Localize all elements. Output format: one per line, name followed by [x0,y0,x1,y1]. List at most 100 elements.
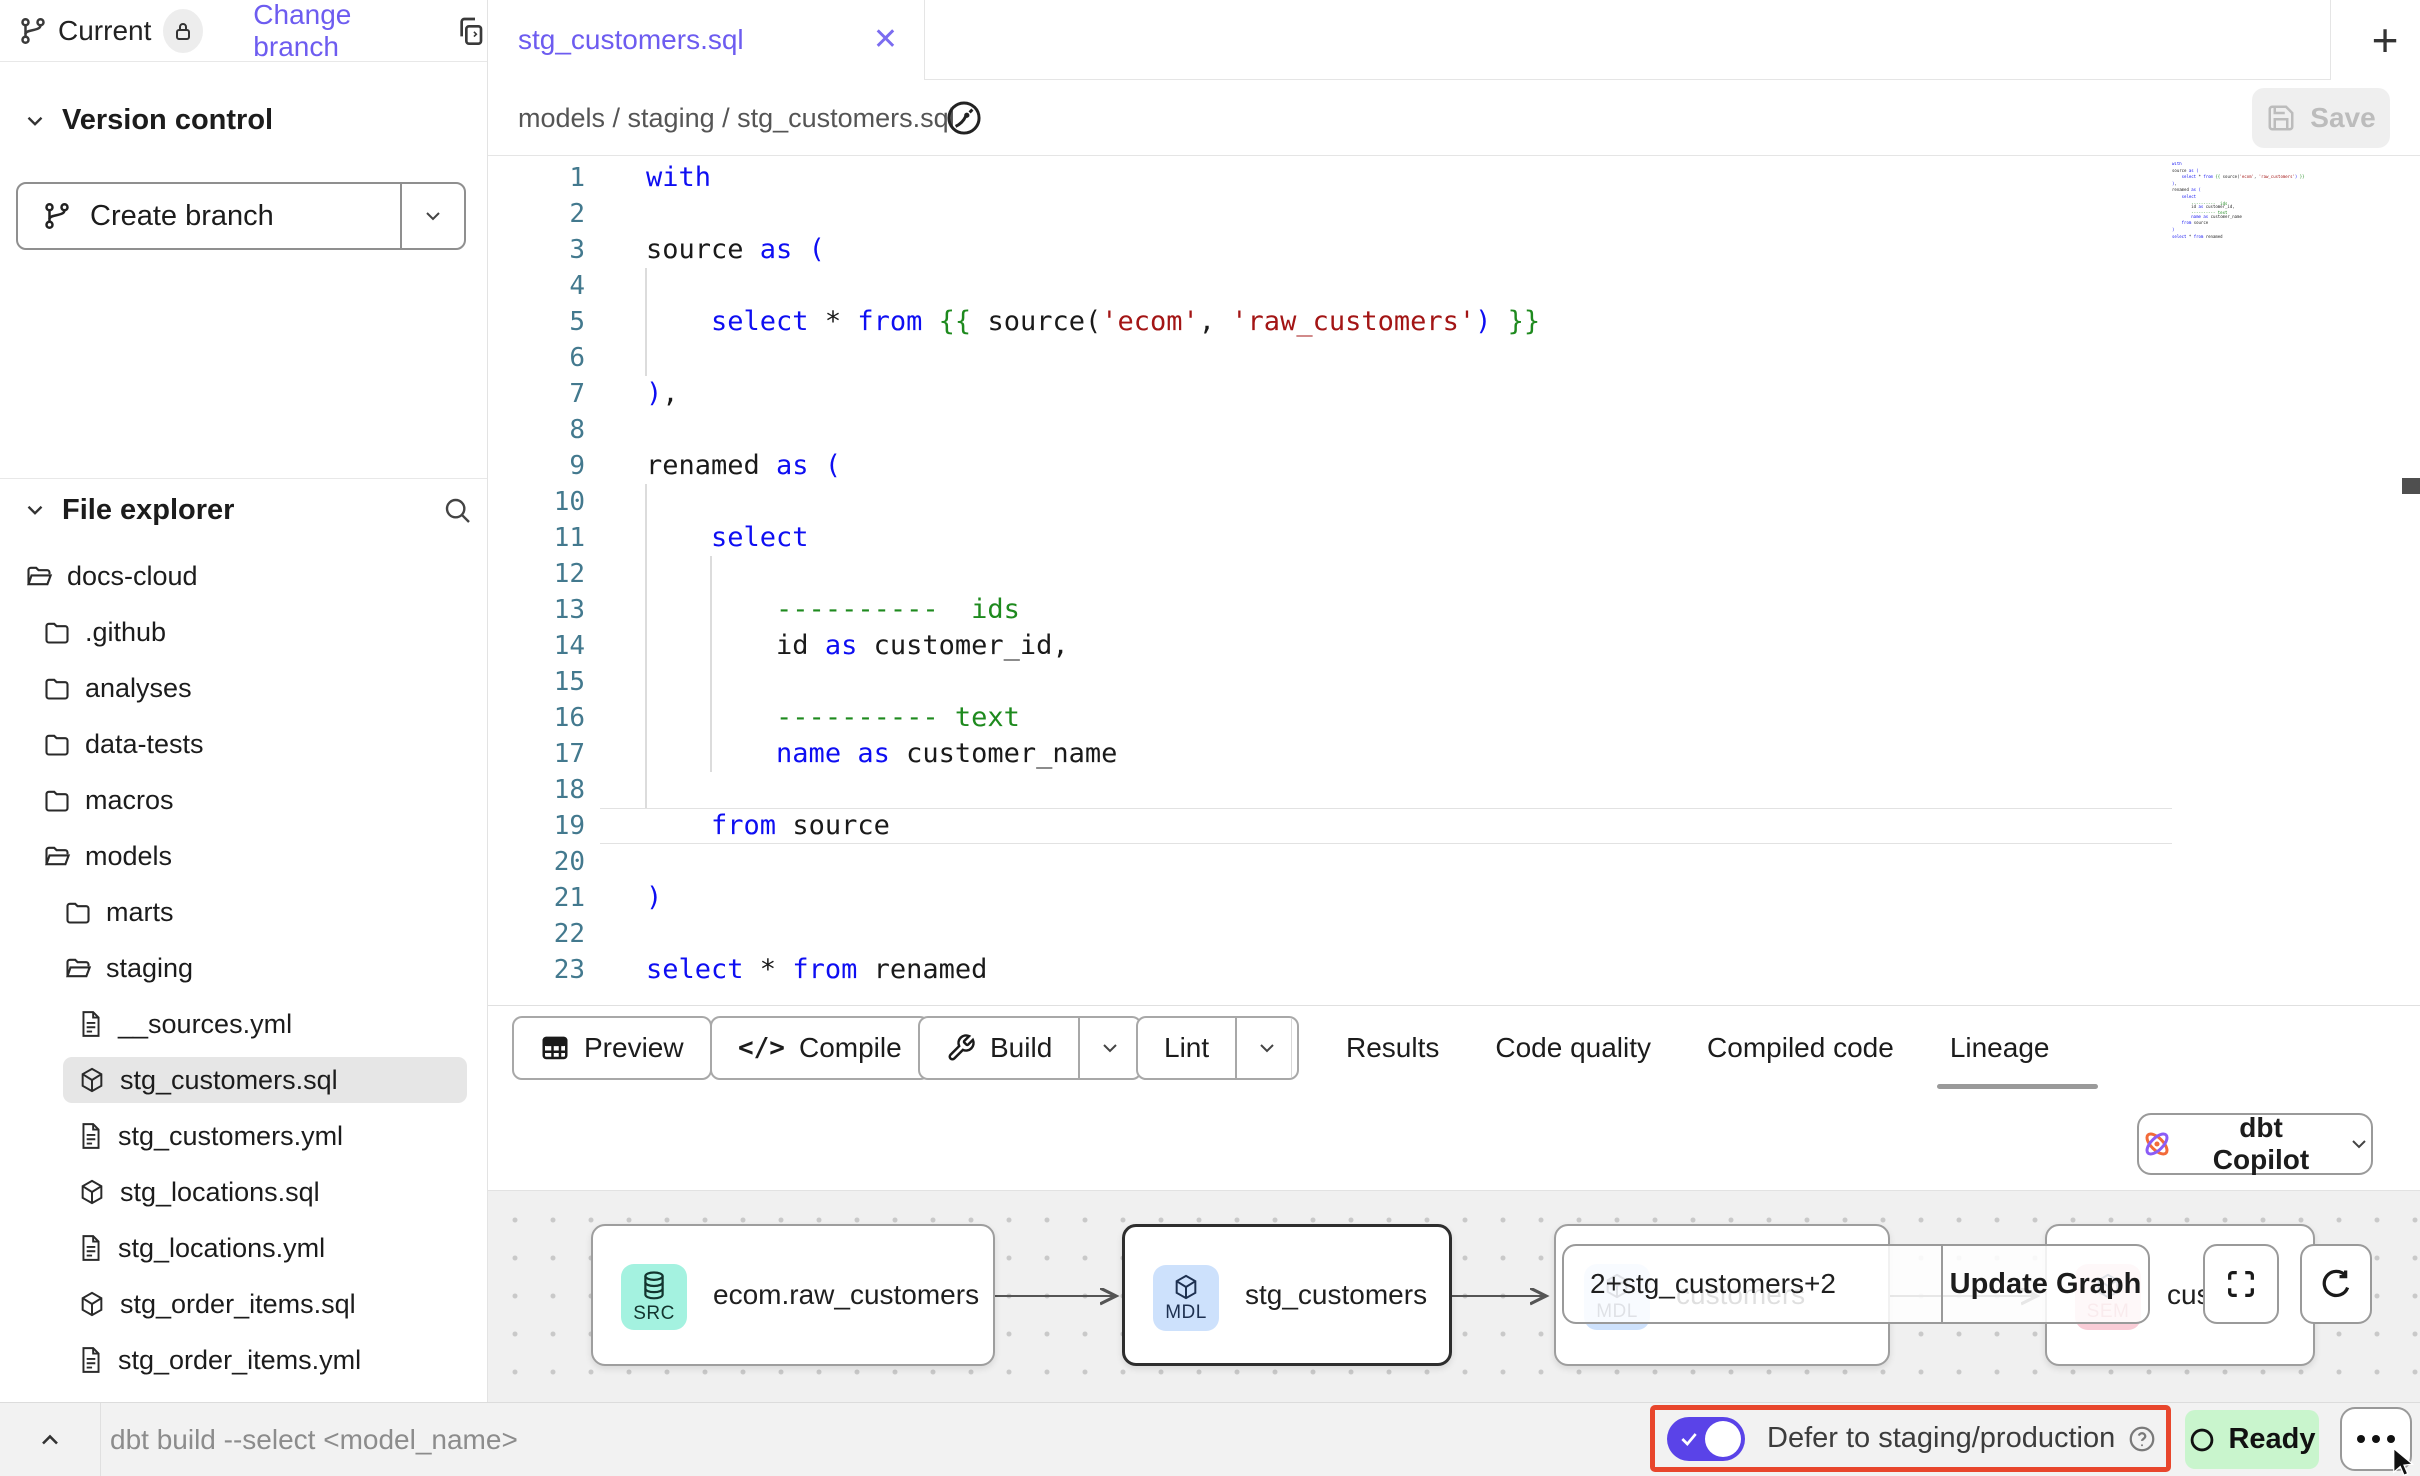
fullscreen-button[interactable] [2203,1244,2279,1324]
file-tree-item-stg-order-items-yml[interactable]: stg_order_items.yml [0,1332,487,1388]
file-tree-item-docs-cloud[interactable]: docs-cloud [0,548,487,604]
folder-open-icon [43,842,71,870]
lineage-node-ecom-raw-customers[interactable]: SRCecom.raw_customers [591,1224,995,1366]
divider [0,478,487,479]
version-control-section[interactable]: Version control [22,104,273,137]
file-tree-item-marts[interactable]: marts [0,884,487,940]
new-tab-button[interactable]: + [2350,0,2420,80]
close-icon[interactable]: ✕ [873,25,898,55]
sidebar: Current Change branch Version control Cr… [0,0,488,1402]
panel-tab-code-quality[interactable]: Code quality [1495,1032,1651,1064]
file-tree-label: stg_customers.sql [120,1065,338,1096]
file-tree-label: stg_order_items.sql [120,1289,356,1320]
help-icon[interactable] [2127,1424,2157,1454]
file-tree-item--sources-yml[interactable]: __sources.yml [0,996,487,1052]
update-graph-button[interactable]: Update Graph [1943,1246,2148,1322]
fullscreen-icon [2224,1267,2258,1301]
dbt-ide-window: Current Change branch Version control Cr… [0,0,2420,1476]
lineage-selector-input[interactable]: 2+stg_customers+2 [1564,1246,1943,1322]
lineage-selector-bar: 2+stg_customers+2 Update Graph [1562,1244,2150,1324]
panel-tab-compiled-code[interactable]: Compiled code [1707,1032,1894,1064]
file-tree-label: staging [106,953,193,984]
folder-icon [43,730,71,758]
file-tree-item-stg-order-items-sql[interactable]: stg_order_items.sql [0,1276,487,1332]
divider [1291,1018,1292,1078]
lint-label: Lint [1164,1032,1209,1064]
change-branch-link[interactable]: Change branch [253,0,427,63]
status-bar: dbt build --select <model_name> Defer to… [0,1402,2420,1476]
minimap[interactable]: with source as ( select * from {{ source… [2172,162,2306,238]
file-tree-label: stg_customers.yml [118,1121,343,1152]
chevron-down-icon[interactable] [22,497,48,523]
lint-split-button: Lint [1136,1016,1299,1080]
refresh-button[interactable] [2300,1244,2372,1324]
chevron-up-icon [36,1426,64,1454]
create-branch-button[interactable]: Create branch [18,184,402,248]
line-numbers: 1234567891011121314151617181920212223 [488,160,585,988]
chevron-down-icon [2347,1132,2371,1156]
file-tree-item--github[interactable]: .github [0,604,487,660]
code-content[interactable]: with source as ( select * from {{ source… [646,160,1540,988]
panel-tab-results[interactable]: Results [1346,1032,1439,1064]
branch-lock-icon [163,9,203,53]
panel-tab-lineage[interactable]: Lineage [1950,1032,2050,1064]
tab-strip: stg_customers.sql ✕ + [488,0,2420,80]
preview-button[interactable]: Preview [512,1016,712,1080]
file-tree-label: docs-cloud [67,561,198,592]
dbt-logo-icon[interactable] [936,90,992,146]
file-tree-item-staging[interactable]: staging [0,940,487,996]
lineage-canvas[interactable]: SRCecom.raw_customersMDLstg_customersMDL… [488,1190,2420,1402]
build-button[interactable]: Build [920,1018,1078,1078]
status-label: Ready [2228,1423,2315,1456]
file-tree-item-stg-customers-yml[interactable]: stg_customers.yml [0,1108,487,1164]
file-tree-label: .github [85,617,166,648]
toggle-knob [1705,1421,1741,1457]
create-branch-label: Create branch [90,200,274,233]
editor-toolbar: Preview </> Compile Build Lint [488,1005,2420,1190]
editor-scrollbar[interactable] [2402,478,2420,494]
file-tree-label: data-tests [85,729,204,760]
status-circle-icon [2188,1426,2216,1454]
code-editor[interactable]: 1234567891011121314151617181920212223 wi… [488,156,2420,1005]
git-branch-icon [18,16,48,46]
file-tree-label: stg_locations.yml [118,1233,325,1264]
tab-stg-customers-sql[interactable]: stg_customers.sql ✕ [488,0,925,80]
dbt-copilot-button[interactable]: dbt Copilot [2137,1113,2373,1175]
file-tree: docs-cloud .github analyses data-tests macro… [0,548,487,1388]
lint-dropdown[interactable] [1235,1018,1297,1078]
copy-icon[interactable] [455,15,487,47]
model-icon [78,1066,106,1094]
model-icon [78,1178,106,1206]
build-dropdown[interactable] [1078,1018,1140,1078]
breadcrumb: models / staging / stg_customers.sql [518,80,955,156]
collapse-command-bar-button[interactable] [0,1403,100,1476]
file-tree-item-stg-locations-yml[interactable]: stg_locations.yml [0,1220,487,1276]
search-icon[interactable] [441,494,473,526]
create-branch-dropdown[interactable] [402,184,464,248]
mouse-cursor [2390,1446,2420,1476]
file-tree-label: analyses [85,673,192,704]
divider [2330,0,2331,80]
chevron-down-icon [1098,1036,1122,1060]
lineage-node-stg-customers[interactable]: MDLstg_customers [1122,1224,1452,1366]
file-tree-item-stg-locations-sql[interactable]: stg_locations.sql [0,1164,487,1220]
chevron-down-icon [421,204,445,228]
folder-icon [43,618,71,646]
file-tree-item-data-tests[interactable]: data-tests [0,716,487,772]
file-tree-item-stg-customers-sql[interactable]: stg_customers.sql [0,1052,487,1108]
file-explorer-title: File explorer [62,494,234,527]
check-icon [1678,1429,1700,1449]
tab-title: stg_customers.sql [518,24,744,56]
compile-label: Compile [799,1032,902,1064]
compile-button[interactable]: </> Compile [710,1016,930,1080]
defer-toggle[interactable] [1667,1417,1745,1461]
lint-button[interactable]: Lint [1138,1018,1235,1078]
file-tree-item-models[interactable]: models [0,828,487,884]
chevron-down-icon [22,108,48,134]
save-button[interactable]: Save [2252,88,2390,148]
create-branch-split-button: Create branch [16,182,466,250]
command-input[interactable]: dbt build --select <model_name> [110,1403,518,1476]
file-tree-item-analyses[interactable]: analyses [0,660,487,716]
preview-label: Preview [584,1032,684,1064]
file-tree-item-macros[interactable]: macros [0,772,487,828]
